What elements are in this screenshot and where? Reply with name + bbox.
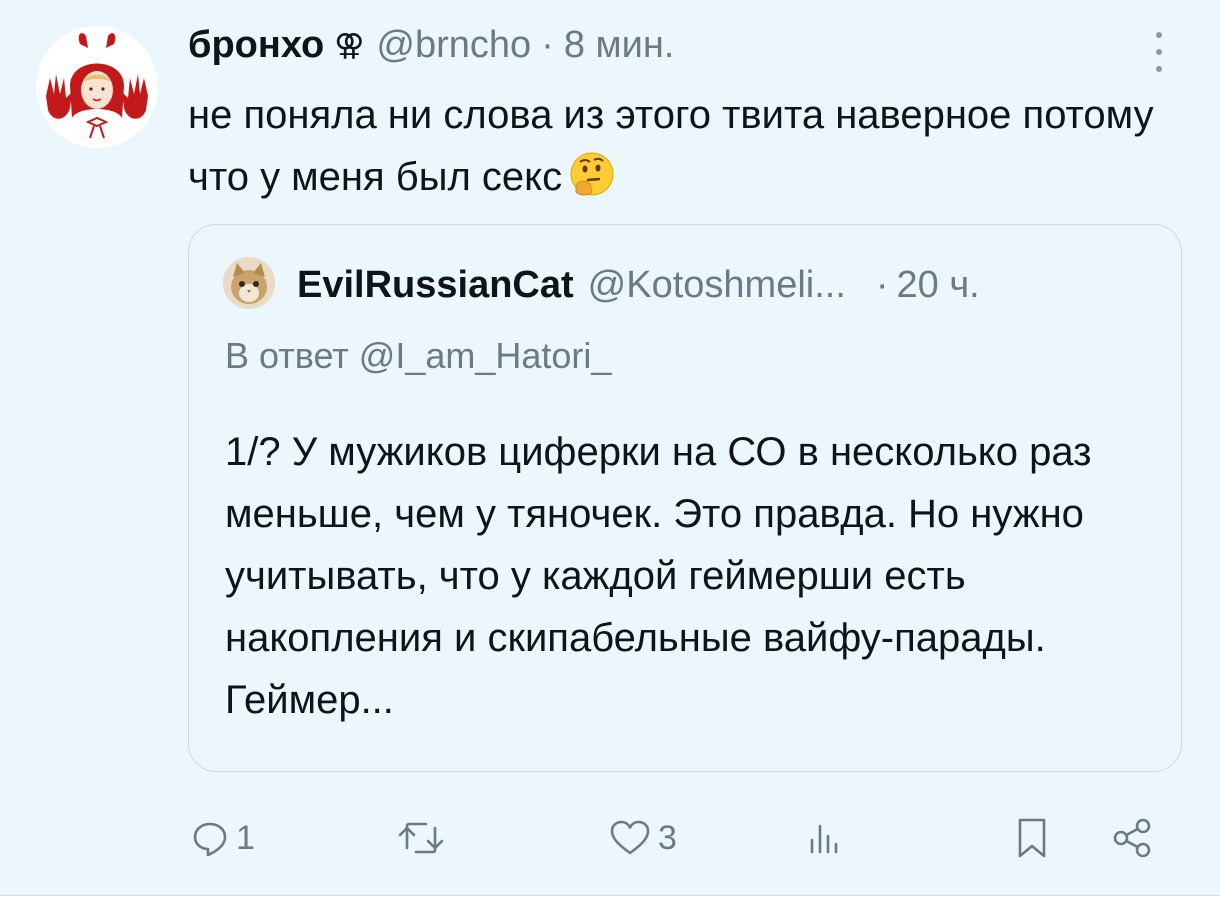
tweet-header: бронхо ⚢ @brncho · 8 мин. (188, 20, 674, 70)
author-name-symbol: ⚢ (334, 28, 365, 62)
more-options-icon[interactable] (1150, 32, 1168, 72)
author-name[interactable]: бронхо (188, 24, 324, 67)
tweet-card[interactable]: бронхо ⚢ @brncho · 8 мин. не поняла ни с… (0, 0, 1220, 895)
reply-icon (190, 818, 230, 858)
reply-count: 1 (236, 818, 255, 857)
quoted-tweet-timestamp[interactable]: 20 ч. (897, 264, 980, 307)
quoted-tweet[interactable]: EvilRussianCat @Kotoshmeli... · 20 ч. В … (188, 224, 1182, 772)
quoted-author-name[interactable]: EvilRussianCat (297, 264, 574, 307)
bookmark-icon (1012, 816, 1052, 860)
tweet-actions: 1 3 (190, 808, 1180, 868)
reply-button[interactable]: 1 (190, 808, 255, 868)
quoted-tweet-header: EvilRussianCat @Kotoshmeli... · 20 ч. (297, 259, 980, 311)
like-icon (608, 818, 652, 858)
avatar-image (36, 26, 158, 148)
author-avatar[interactable] (36, 26, 158, 148)
author-handle[interactable]: @brncho (376, 24, 531, 67)
retweet-button[interactable] (396, 808, 452, 868)
thinking-face-icon (568, 150, 616, 198)
quoted-header-separator: · (875, 263, 889, 306)
tweet-text-body: не поняла ни слова из этого твита наверн… (188, 93, 1154, 199)
like-count: 3 (658, 818, 677, 857)
views-icon (804, 818, 844, 858)
tweet-timestamp[interactable]: 8 мин. (564, 24, 675, 67)
views-button[interactable] (804, 808, 850, 868)
next-tweet-divider (0, 895, 1220, 923)
reply-to-label[interactable]: В ответ @I_am_Hatori_ (225, 335, 611, 377)
header-separator: · (541, 23, 554, 66)
like-button[interactable]: 3 (608, 808, 677, 868)
quoted-author-avatar[interactable] (223, 257, 275, 309)
share-button[interactable] (1110, 808, 1154, 868)
quoted-author-handle[interactable]: @Kotoshmeli... (588, 264, 846, 307)
quoted-tweet-text: 1/? У мужиков циферки на СО в несколько … (225, 430, 1092, 722)
tweet-text: не поняла ни слова из этого твита наверн… (188, 84, 1188, 208)
cat-avatar-image (223, 257, 275, 309)
bookmark-button[interactable] (1012, 808, 1052, 868)
share-icon (1110, 816, 1154, 860)
retweet-icon (396, 818, 446, 858)
